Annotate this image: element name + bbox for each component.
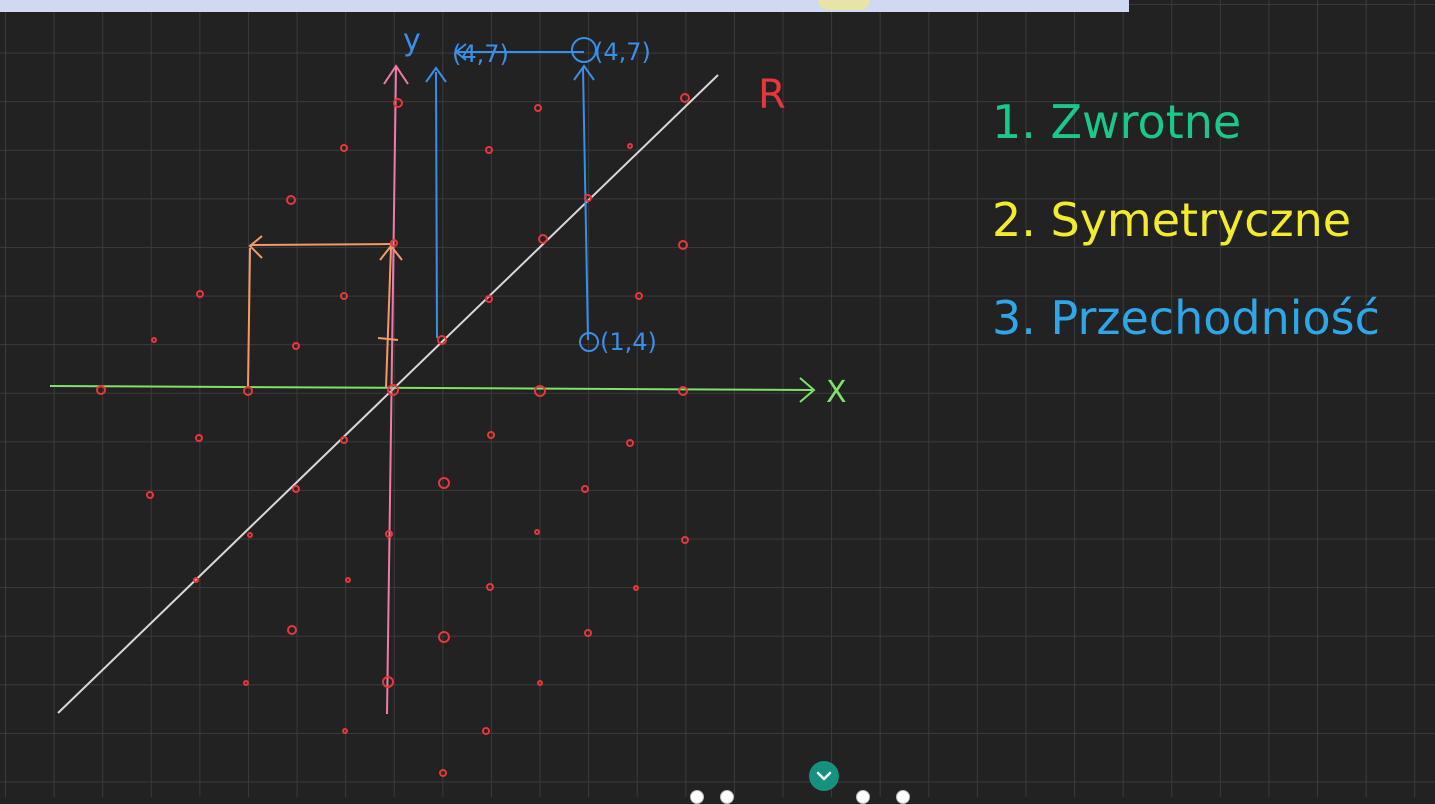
handwritten-drawing: X y R (4,7) (4,7) (1,4) 1. Zwrotne 2. Sy… xyxy=(49,23,1380,777)
point-label-bottom: (1,4) xyxy=(600,328,657,356)
point-label-top-left: (4,7) xyxy=(452,40,509,68)
chevron-down-icon xyxy=(816,771,832,781)
property-transitive: 3. Przechodniość xyxy=(992,291,1380,345)
scroll-down-button[interactable] xyxy=(809,761,839,791)
y-axis-label: y xyxy=(403,23,421,58)
point-label-top-right: (4,7) xyxy=(594,38,651,66)
x-axis xyxy=(49,377,816,403)
page-indicator-dot[interactable] xyxy=(896,790,910,804)
transitivity-arrows xyxy=(425,37,599,352)
property-symmetric: 2. Symetryczne xyxy=(992,193,1351,247)
symmetry-arrows xyxy=(247,235,403,389)
page-indicator-dot[interactable] xyxy=(690,790,704,804)
relation-label: R xyxy=(758,72,786,118)
page-indicator-dot[interactable] xyxy=(856,790,870,804)
property-reflexive: 1. Zwrotne xyxy=(992,95,1241,149)
x-axis-label: X xyxy=(826,375,847,410)
lattice-dots xyxy=(96,93,690,777)
page-indicator-dot[interactable] xyxy=(720,790,734,804)
